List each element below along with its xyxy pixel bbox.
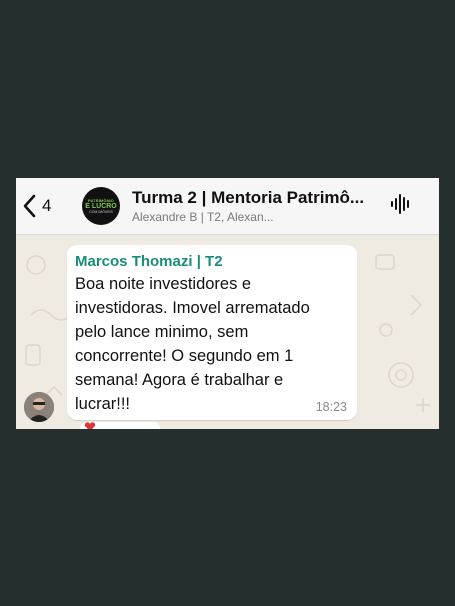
message-bubble[interactable]: Marcos Thomazi | T2 Boa noite investidor…	[67, 245, 357, 420]
message-reaction[interactable]	[80, 422, 160, 429]
whatsapp-chat-screenshot: 4 PATRIMÔNIO E LUCRO COM IMÓVEIS Turma 2…	[16, 178, 439, 429]
heart-icon	[84, 422, 96, 429]
back-button[interactable]: 4	[22, 186, 78, 226]
logo-line-3: COM IMÓVEIS	[89, 209, 113, 214]
avatar[interactable]	[24, 392, 54, 422]
audio-call-button[interactable]	[387, 192, 415, 220]
chevron-left-icon	[22, 194, 36, 218]
chat-header: 4 PATRIMÔNIO E LUCRO COM IMÓVEIS Turma 2…	[16, 178, 439, 235]
unread-count: 4	[42, 196, 52, 215]
sender-name[interactable]: Marcos Thomazi | T2	[75, 253, 349, 271]
message-timestamp: 18:23	[315, 400, 347, 414]
chat-title: Turma 2 | Mentoria Patrimô...	[132, 187, 365, 207]
logo-line-2: E LUCRO	[85, 202, 117, 210]
audio-waveform-icon	[390, 193, 412, 220]
chat-title-block[interactable]: Turma 2 | Mentoria Patrimô... Alexandre …	[132, 188, 377, 225]
chat-subtitle: Alexandre B | T2, Alexan...	[132, 209, 274, 224]
group-avatar[interactable]: PATRIMÔNIO E LUCRO COM IMÓVEIS	[82, 187, 120, 225]
message-text: Boa noite investidores e investidoras. I…	[75, 275, 310, 413]
